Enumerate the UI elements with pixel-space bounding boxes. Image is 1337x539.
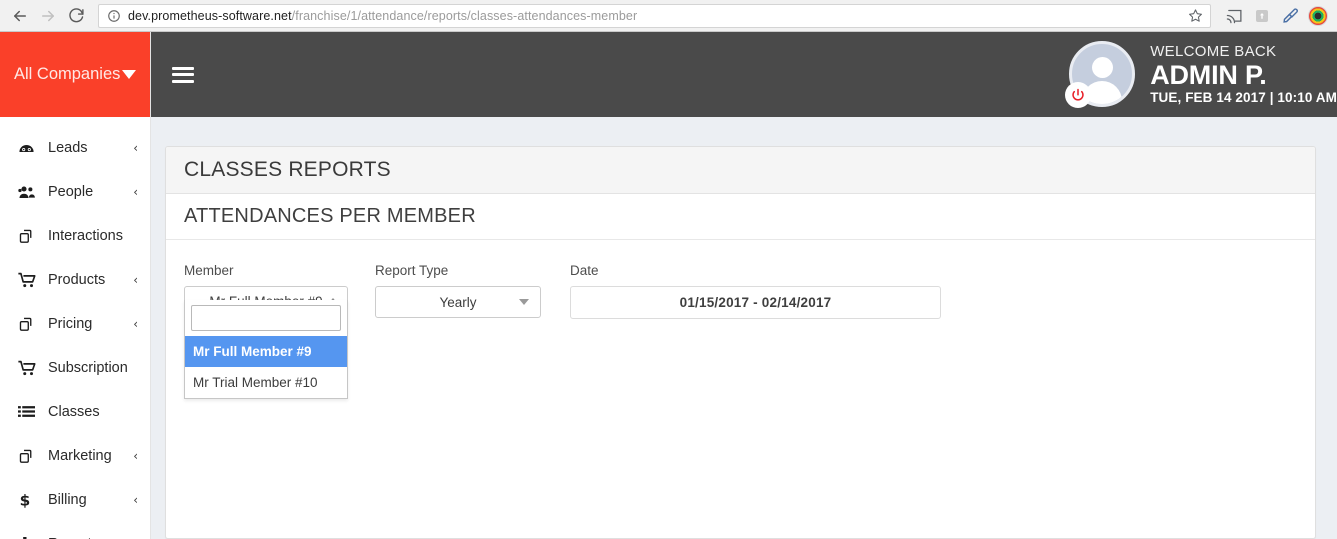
url-text: dev.prometheus-software.net/franchise/1/… xyxy=(128,9,1184,23)
member-option[interactable]: Mr Full Member #9 xyxy=(185,336,347,367)
section-title: ATTENDANCES PER MEMBER xyxy=(184,205,476,228)
sidebar-item-label: Subscription xyxy=(48,360,128,376)
chrome-profile-avatar[interactable] xyxy=(1305,3,1331,29)
extension-icon[interactable] xyxy=(1249,3,1275,29)
address-bar[interactable]: dev.prometheus-software.net/franchise/1/… xyxy=(98,4,1211,28)
company-switcher[interactable]: All Companies xyxy=(0,32,150,117)
sidebar-nav: Leads ‹ People ‹ Interactions xyxy=(0,117,150,539)
sidebar-item-leads[interactable]: Leads ‹ xyxy=(0,126,150,170)
sidebar-item-marketing[interactable]: Marketing ‹ xyxy=(0,434,150,478)
caret-down-icon xyxy=(519,299,529,305)
sidebar-item-pricing[interactable]: Pricing ‹ xyxy=(0,302,150,346)
report-type-filter: Report Type Yearly xyxy=(375,263,541,318)
member-filter: Member Mr Full Member #9 Mr Full Member … xyxy=(184,263,348,316)
cast-icon[interactable] xyxy=(1221,3,1247,29)
sidebar-item-interactions[interactable]: Interactions xyxy=(0,214,150,258)
chevron-left-icon: ‹ xyxy=(133,141,138,155)
avatar[interactable] xyxy=(1065,38,1139,112)
report-type-select[interactable]: Yearly xyxy=(375,286,541,318)
chevron-left-icon: ‹ xyxy=(133,449,138,463)
dollar-icon: $ xyxy=(18,491,38,509)
copy-icon xyxy=(18,448,38,465)
member-search-input[interactable] xyxy=(191,305,341,331)
welcome-user-name: ADMIN P. xyxy=(1150,61,1337,89)
url-path: /franchise/1/attendance/reports/classes-… xyxy=(292,9,638,23)
welcome-text: WELCOME BACK ADMIN P. TUE, FEB 14 2017 |… xyxy=(1150,44,1337,105)
report-type-label: Report Type xyxy=(375,263,541,278)
bookmark-star-icon[interactable] xyxy=(1184,5,1206,27)
cart-icon xyxy=(18,360,38,376)
company-switcher-label: All Companies xyxy=(14,65,120,84)
dashboard-icon xyxy=(18,140,38,157)
svg-text:$: $ xyxy=(20,491,31,509)
power-logout-icon[interactable] xyxy=(1065,82,1091,108)
date-filter: Date 01/15/2017 - 02/14/2017 xyxy=(570,263,941,319)
sidebar-item-label: Classes xyxy=(48,404,100,420)
chevron-left-icon: ‹ xyxy=(133,273,138,287)
main-content: CLASSES REPORTS ATTENDANCES PER MEMBER M… xyxy=(151,117,1337,539)
classes-reports-panel: CLASSES REPORTS ATTENDANCES PER MEMBER M… xyxy=(165,146,1316,539)
users-icon xyxy=(18,184,38,200)
user-welcome-block: WELCOME BACK ADMIN P. TUE, FEB 14 2017 |… xyxy=(1065,38,1337,112)
sidebar-item-products[interactable]: Products ‹ xyxy=(0,258,150,302)
chevron-left-icon: ‹ xyxy=(133,185,138,199)
page-title: CLASSES REPORTS xyxy=(184,158,391,182)
sidebar-item-label: Leads xyxy=(48,140,88,156)
sidebar-item-people[interactable]: People ‹ xyxy=(0,170,150,214)
browser-toolbar: dev.prometheus-software.net/franchise/1/… xyxy=(0,0,1337,32)
panel-subheader: ATTENDANCES PER MEMBER xyxy=(166,194,1315,240)
chevron-left-icon: ‹ xyxy=(133,493,138,507)
back-arrow-icon[interactable] xyxy=(6,2,34,30)
topbar: WELCOME BACK ADMIN P. TUE, FEB 14 2017 |… xyxy=(151,32,1337,117)
chevron-left-icon: ‹ xyxy=(133,317,138,331)
sidebar-item-label: Products xyxy=(48,272,105,288)
forward-arrow-icon[interactable] xyxy=(34,2,62,30)
date-range-value: 01/15/2017 - 02/14/2017 xyxy=(680,295,832,310)
cart-icon xyxy=(18,272,38,288)
copy-icon xyxy=(18,316,38,333)
sidebar-item-label: Marketing xyxy=(48,448,112,464)
sidebar-item-billing[interactable]: $ Billing ‹ xyxy=(0,478,150,522)
url-host: dev.prometheus-software.net xyxy=(128,9,292,23)
report-filters: Member Mr Full Member #9 Mr Full Member … xyxy=(166,240,1315,319)
extension-toolbar xyxy=(1217,3,1331,29)
sidebar-item-label: Billing xyxy=(48,492,87,508)
welcome-datetime: TUE, FEB 14 2017 | 10:10 AM xyxy=(1150,91,1337,105)
member-option-list: Mr Full Member #9 Mr Trial Member #10 xyxy=(185,336,347,398)
app-shell: All Companies Leads ‹ People ‹ xyxy=(0,32,1337,539)
report-type-value: Yearly xyxy=(439,295,476,310)
panel-header: CLASSES REPORTS xyxy=(166,147,1315,194)
sidebar-item-classes[interactable]: Classes xyxy=(0,390,150,434)
copy-icon xyxy=(18,228,38,245)
list-icon xyxy=(18,405,38,420)
member-dropdown: Mr Full Member #9 Mr Trial Member #10 xyxy=(184,300,348,399)
caret-down-icon xyxy=(122,70,136,79)
date-range-picker[interactable]: 01/15/2017 - 02/14/2017 xyxy=(570,286,941,319)
sidebar: All Companies Leads ‹ People ‹ xyxy=(0,32,151,539)
site-info-icon[interactable] xyxy=(107,9,121,23)
member-label: Member xyxy=(184,263,348,278)
sidebar-item-label: Interactions xyxy=(48,228,123,244)
hamburger-menu-icon[interactable] xyxy=(172,67,194,83)
date-label: Date xyxy=(570,263,941,278)
eyedropper-icon[interactable] xyxy=(1277,3,1303,29)
reload-icon[interactable] xyxy=(62,2,90,30)
sidebar-item-subscription[interactable]: Subscription xyxy=(0,346,150,390)
sidebar-item-label: Pricing xyxy=(48,316,92,332)
member-option[interactable]: Mr Trial Member #10 xyxy=(185,367,347,398)
sidebar-item-label: People xyxy=(48,184,93,200)
sidebar-item-reports[interactable]: Reports ‹ xyxy=(0,522,150,539)
welcome-greeting: WELCOME BACK xyxy=(1150,44,1337,60)
